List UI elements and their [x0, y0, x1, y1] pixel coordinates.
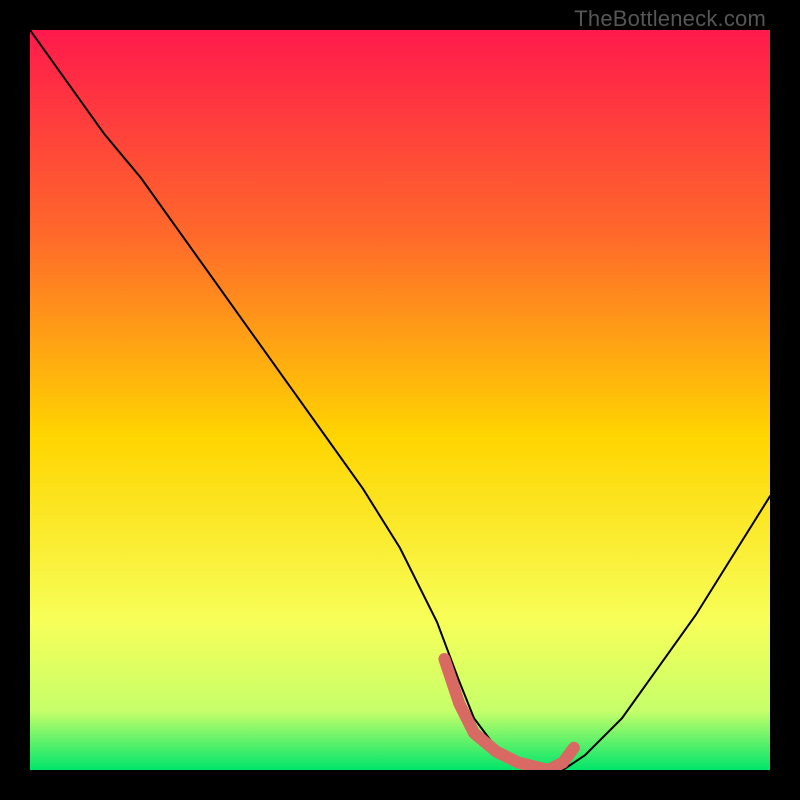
- chart-frame: [30, 30, 770, 770]
- chart-background-gradient: [30, 30, 770, 770]
- watermark-text: TheBottleneck.com: [574, 6, 766, 32]
- bottleneck-chart: [30, 30, 770, 770]
